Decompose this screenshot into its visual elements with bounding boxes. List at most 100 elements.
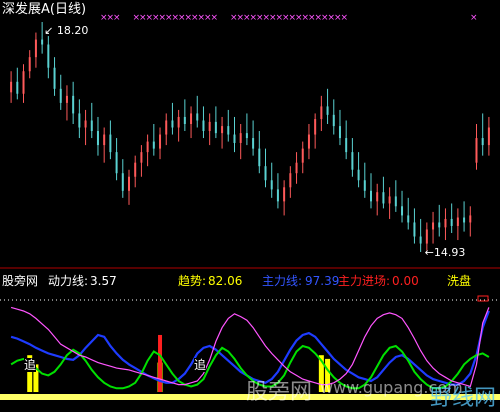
candle-body: [487, 127, 490, 146]
price-low-label: ←14.93: [425, 246, 466, 259]
candle-body: [481, 138, 484, 146]
candle-body: [258, 148, 261, 167]
candle-body: [363, 180, 366, 191]
candle-body: [264, 166, 267, 181]
candle-body: [165, 120, 168, 135]
candle-body: [314, 119, 317, 135]
candle-body: [401, 206, 404, 216]
candle-body: [276, 189, 279, 202]
candle-body: [214, 121, 217, 134]
candle-body: [59, 88, 62, 103]
candle-body: [444, 218, 447, 228]
trend-label: 趋势:: [178, 274, 207, 288]
candle-body: [295, 162, 298, 174]
indicator-site-label: 股旁网: [2, 274, 39, 288]
candle-body: [463, 217, 466, 223]
candle-body: [338, 126, 341, 139]
red-bar: [158, 334, 163, 392]
candle-body: [140, 152, 143, 163]
candle-body: [96, 131, 99, 146]
candle-body: [41, 39, 44, 45]
candle-body: [16, 81, 19, 94]
candle-body: [332, 114, 335, 127]
candle-body: [376, 192, 379, 202]
candle-body: [425, 229, 428, 244]
candle-body: [47, 44, 50, 68]
signal-marker: ×: [211, 13, 219, 23]
candle-body: [419, 236, 422, 244]
candle-body: [357, 169, 360, 181]
signal-marker: ×: [113, 13, 121, 23]
candle-body: [307, 134, 310, 149]
candle-body: [159, 134, 162, 149]
candle-body: [84, 120, 87, 128]
candle-body: [53, 67, 56, 89]
candle-body: [22, 71, 25, 94]
candle-body: [78, 113, 81, 128]
candle-body: [177, 116, 180, 128]
candle-body: [128, 176, 130, 191]
wash-label: 洗盘: [447, 274, 472, 288]
candle-body: [475, 138, 478, 163]
candle-body: [469, 215, 472, 223]
main-entry-value: 0.00: [392, 274, 419, 288]
candle-body: [252, 138, 255, 149]
candle-body: [382, 192, 385, 204]
candle-body: [407, 215, 410, 223]
wash-marker: [477, 295, 489, 302]
stock-chart: ××× ××××××××××××× ×××××××××××××××××× ×↙ 18.…: [0, 13, 500, 400]
main-line-label: 主力线:: [262, 274, 303, 288]
candle-body: [239, 133, 242, 143]
candle-body: [28, 57, 31, 72]
candle-body: [456, 217, 459, 226]
candle-body: [450, 218, 453, 226]
dynamic-line-label: 动力线:: [48, 274, 89, 288]
candle-body: [202, 120, 205, 132]
candle-body: [183, 116, 186, 124]
candle-body: [438, 222, 441, 228]
candle-body: [370, 190, 372, 202]
candle-body: [388, 196, 391, 204]
candle-body: [171, 120, 174, 128]
watermark-name: 股旁网: [246, 380, 313, 405]
candle-body: [115, 152, 118, 174]
candle-body: [109, 134, 112, 153]
candle-body: [10, 81, 13, 93]
chart-title: 深发展A(日线): [2, 2, 87, 17]
signal-marker: ×: [341, 13, 349, 23]
candle-body: [190, 113, 193, 124]
trend-value: 82.06: [208, 274, 243, 288]
candle-body: [345, 138, 348, 153]
candle-body: [283, 187, 286, 202]
candle-body: [326, 106, 329, 115]
candle-body: [65, 95, 68, 103]
candle-body: [103, 134, 106, 146]
watermark-logo: 野线网: [430, 386, 497, 411]
candle-body: [227, 126, 230, 135]
chart-stage: × × × × × × × × × × × × × × × × × × × × × × × × × × × × × × × × × × × ↙ 18.…: [0, 0, 500, 412]
main-line-value: 97.39: [305, 274, 340, 288]
candle-body: [413, 222, 416, 237]
candle-body: [72, 95, 75, 114]
candle-body: [233, 134, 236, 143]
candle-body: [34, 39, 37, 58]
candle-body: [351, 152, 354, 170]
candle-body: [270, 180, 273, 190]
candle-body: [320, 106, 323, 120]
candle-body: [394, 196, 397, 207]
candle-body: [245, 133, 248, 139]
candle-body: [146, 141, 149, 153]
candle-body: [134, 162, 137, 177]
candle-body: [121, 173, 124, 191]
zhui-mark: 追: [24, 358, 37, 372]
candle-body: [90, 120, 93, 132]
candle-body: [196, 113, 199, 121]
candle-body: [301, 148, 304, 163]
candle-body: [289, 173, 292, 188]
dynamic-line-value: 3.57: [90, 274, 117, 288]
candle-body: [432, 222, 435, 230]
signal-marker: ×: [470, 13, 478, 23]
candle-body: [152, 141, 155, 149]
candle-body: [221, 126, 224, 134]
price-high-label: ↙ 18.20: [44, 24, 88, 37]
